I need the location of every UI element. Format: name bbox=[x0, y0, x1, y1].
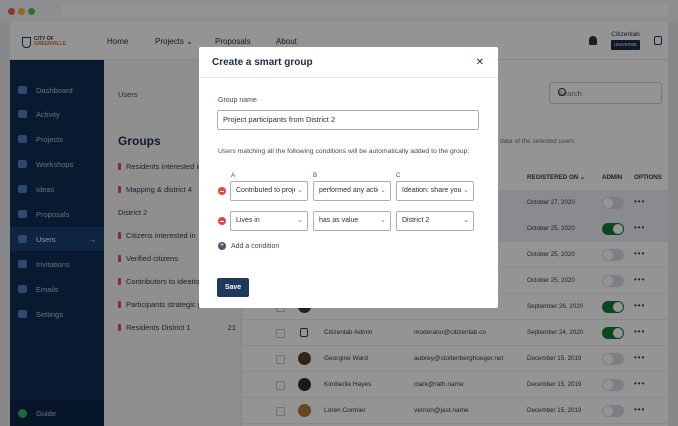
add-icon: + bbox=[218, 242, 226, 250]
chevron-down-icon: ⌄ bbox=[295, 182, 303, 200]
column-b-label: B bbox=[313, 173, 318, 179]
condition-2-field-select[interactable]: Lives in ⌄ bbox=[230, 211, 308, 231]
select-value: District 2 bbox=[402, 217, 430, 224]
select-value: Ideation: share your bbox=[402, 187, 464, 194]
modal-header: Create a smart group ✕ bbox=[199, 47, 498, 78]
condition-1-value-select[interactable]: Ideation: share your ⌄ bbox=[396, 181, 474, 201]
condition-1-field-select[interactable]: Contributed to project ⌄ bbox=[230, 181, 308, 201]
add-condition-label: Add a condition bbox=[231, 242, 280, 250]
select-value: performed any action bbox=[319, 187, 385, 194]
column-a-label: A bbox=[231, 173, 236, 179]
remove-condition-icon[interactable] bbox=[218, 217, 226, 225]
select-value: Lives in bbox=[236, 217, 260, 224]
select-value: has as value bbox=[319, 217, 359, 224]
remove-condition-icon[interactable] bbox=[218, 187, 226, 195]
create-smart-group-modal: Create a smart group ✕ Group name Projec… bbox=[199, 47, 498, 308]
column-c-label: C bbox=[396, 173, 401, 179]
modal-title: Create a smart group bbox=[212, 57, 313, 68]
select-value: Contributed to project bbox=[236, 187, 303, 194]
close-icon[interactable]: ✕ bbox=[476, 57, 484, 68]
group-name-field[interactable]: Project participants from District 2 bbox=[217, 110, 479, 130]
chevron-down-icon: ⌄ bbox=[461, 212, 469, 230]
group-name-label: Group name bbox=[218, 97, 257, 104]
chevron-down-icon: ⌄ bbox=[461, 182, 469, 200]
save-button[interactable]: Save bbox=[217, 278, 249, 297]
condition-2-value-select[interactable]: District 2 ⌄ bbox=[396, 211, 474, 231]
chevron-down-icon: ⌄ bbox=[378, 182, 386, 200]
chevron-down-icon: ⌄ bbox=[378, 212, 386, 230]
condition-1-operator-select[interactable]: performed any action ⌄ bbox=[313, 181, 391, 201]
chevron-down-icon: ⌄ bbox=[295, 212, 303, 230]
condition-2-operator-select[interactable]: has as value ⌄ bbox=[313, 211, 391, 231]
conditions-description: Users matching all the following conditi… bbox=[218, 148, 470, 155]
add-condition-button[interactable]: + Add a condition bbox=[218, 242, 279, 250]
